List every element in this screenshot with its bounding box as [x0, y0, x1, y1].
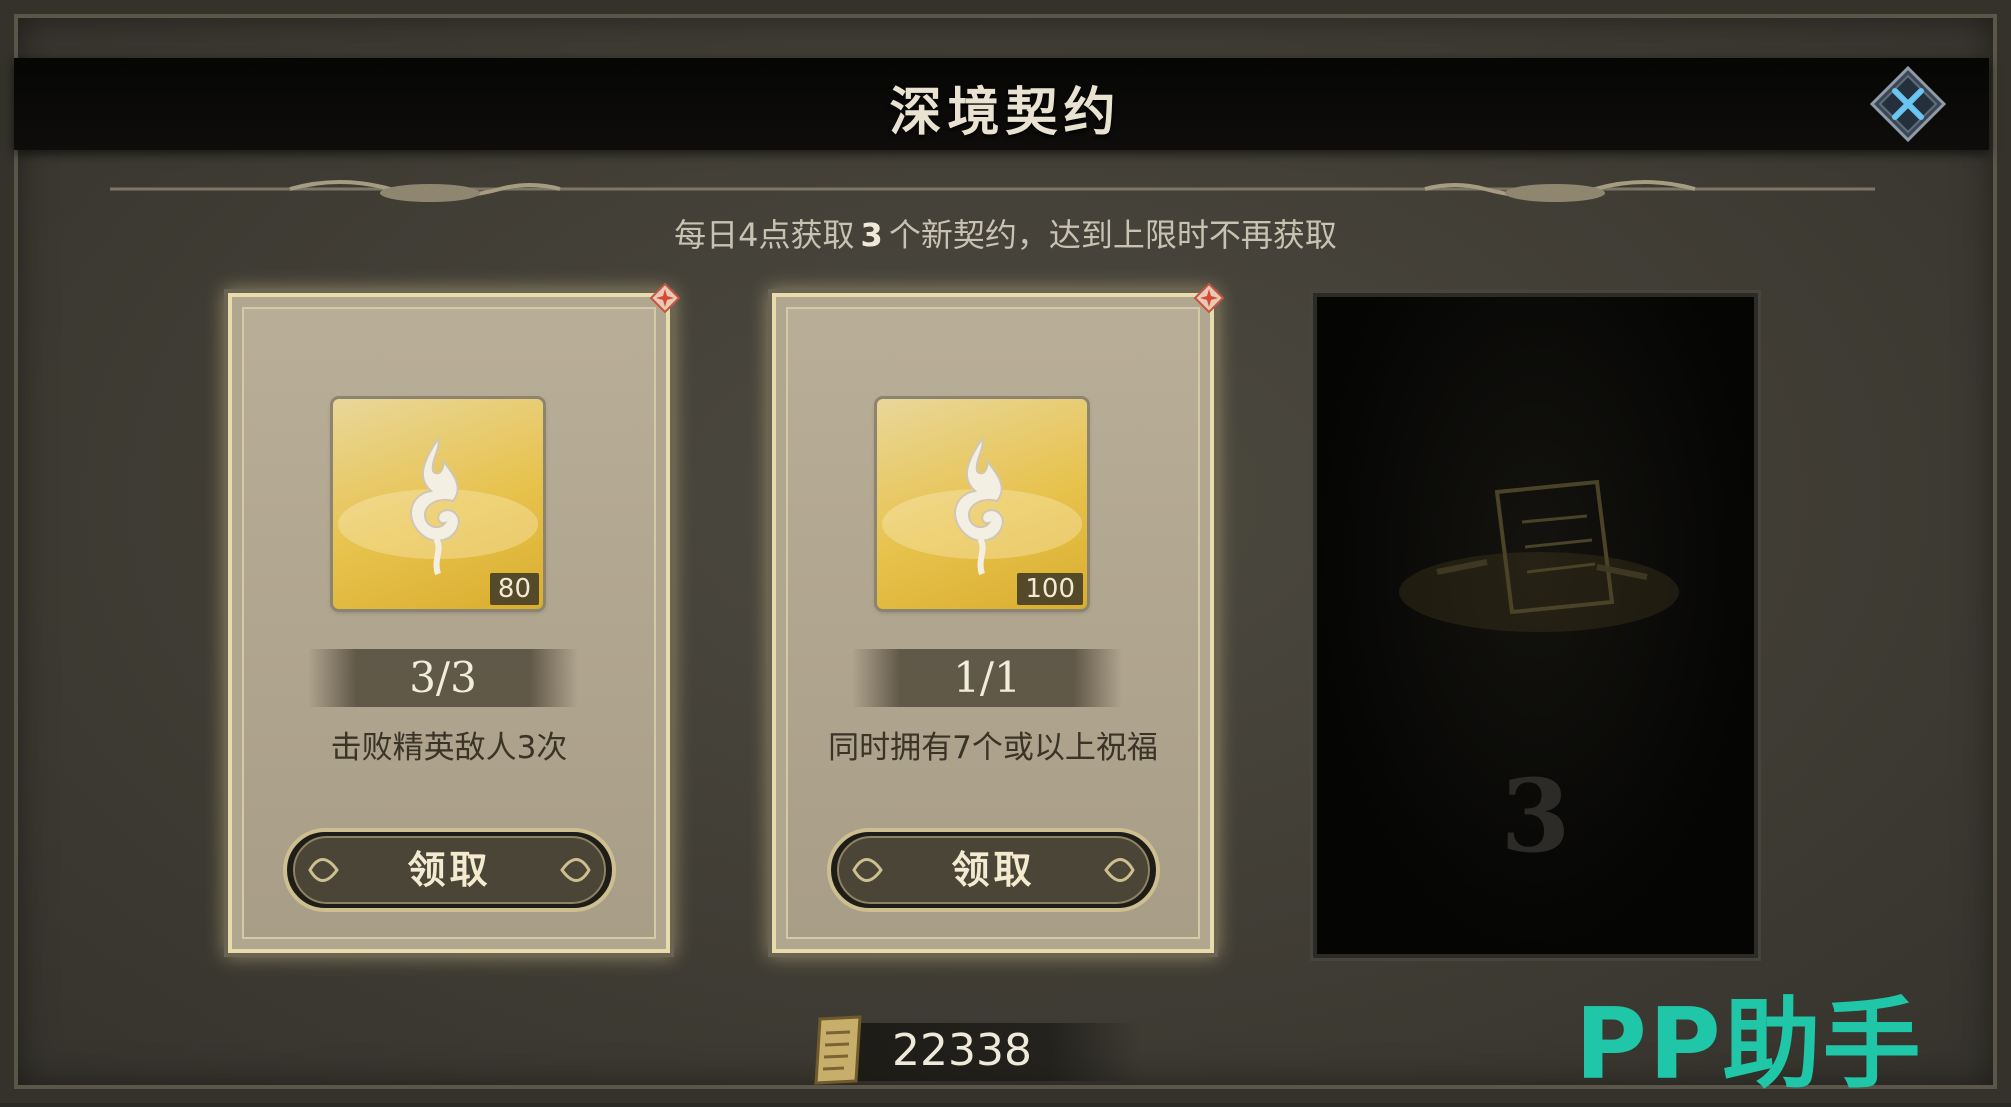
- new-badge-icon: [1194, 283, 1224, 313]
- reward-tile: 100: [877, 399, 1087, 609]
- close-button[interactable]: [1868, 64, 1948, 144]
- subtitle-count: 3: [860, 216, 883, 254]
- currency-value: 22338: [892, 1025, 1032, 1076]
- new-badge-icon: [650, 283, 680, 313]
- slot-number: 3: [1500, 757, 1571, 875]
- reward-tile: 80: [333, 399, 543, 609]
- daily-info-text: 每日4点获取 3 个新契约，达到上限时不再获取: [0, 210, 2011, 256]
- claim-button[interactable]: 领取: [282, 827, 617, 913]
- dialog-title: 深境契约: [889, 82, 1122, 143]
- progress-text: 3/3: [308, 649, 578, 707]
- watermark-logo: PP助手: [1575, 988, 1923, 1102]
- scroll-silhouette-icon: [1399, 479, 1679, 632]
- progress-text: 1/1: [852, 649, 1122, 707]
- contract-card-1[interactable]: 80 3/3 击败精英敌人3次 领取: [228, 283, 680, 953]
- contract-currency: 22338: [800, 1005, 1140, 1095]
- reward-count: 80: [489, 573, 539, 605]
- claim-button[interactable]: 领取: [826, 827, 1161, 913]
- claim-label: 领取: [407, 847, 492, 892]
- scroll-currency-icon: [814, 1015, 862, 1085]
- contract-description: 同时拥有7个或以上祝福: [828, 730, 1158, 766]
- locked-contract-slot: 3: [1313, 293, 1758, 958]
- subtitle-prefix: 每日4点获取: [674, 216, 855, 254]
- subtitle-suffix: 个新契约，达到上限时不再获取: [888, 216, 1337, 254]
- close-icon: [1869, 65, 1947, 143]
- claim-label: 领取: [951, 847, 1036, 892]
- contract-card-2[interactable]: 100 1/1 同时拥有7个或以上祝福 领取: [772, 283, 1224, 953]
- reward-count: 100: [1017, 573, 1083, 605]
- contract-description: 击败精英敌人3次: [330, 730, 568, 766]
